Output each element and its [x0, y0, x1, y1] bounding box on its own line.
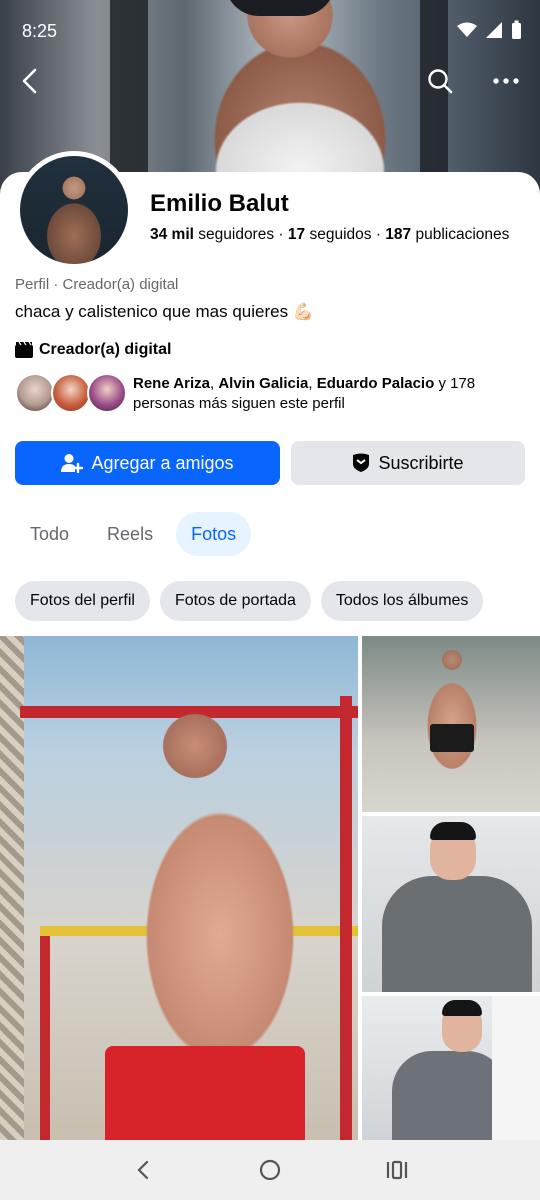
more-options-button[interactable] [488, 63, 524, 99]
stats-separator: · [375, 226, 381, 243]
clapperboard-icon [15, 342, 33, 358]
chip-profile-photos[interactable]: Fotos del perfil [15, 581, 150, 621]
nav-recents-button[interactable] [373, 1146, 421, 1194]
chip-all-albums[interactable]: Todos los álbumes [320, 581, 484, 621]
back-button[interactable] [12, 63, 48, 99]
following-label[interactable]: seguidos [309, 226, 371, 243]
posts-label: publicaciones [415, 226, 510, 243]
photo-thumbnail[interactable] [362, 816, 540, 992]
creator-label: Creador(a) digital [39, 341, 172, 358]
profile-stats: 34 mil seguidores · 17 seguidos · 187 pu… [150, 226, 509, 244]
recents-icon [386, 1160, 407, 1180]
mutual-avatar [15, 373, 55, 413]
search-button[interactable] [422, 63, 458, 99]
photo-thumbnail[interactable] [0, 636, 358, 1140]
subscribe-button[interactable]: Suscribirte [291, 441, 525, 485]
mutual-followers-text: Rene Ariza, Alvin Galicia, Eduardo Palac… [133, 375, 476, 412]
nav-back-button[interactable] [119, 1146, 167, 1194]
nav-home-button[interactable] [246, 1146, 294, 1194]
signal-icon [486, 22, 502, 38]
shield-badge-icon [353, 453, 370, 472]
subscribe-label: Suscribirte [378, 452, 464, 473]
mutual-avatar [51, 373, 91, 413]
profile-tabs: Todo Reels Fotos [15, 512, 252, 556]
profile-avatar[interactable] [15, 151, 133, 269]
chip-cover-photos[interactable]: Fotos de portada [159, 581, 311, 621]
stats-separator: · [278, 226, 284, 243]
status-icons [457, 20, 522, 40]
photo-thumbnail[interactable] [362, 996, 540, 1140]
tab-reels[interactable]: Reels [92, 512, 168, 556]
add-friend-label: Agregar a amigos [91, 452, 234, 473]
person-add-icon [61, 454, 84, 473]
mutual-suffix: personas más siguen este perfil [133, 395, 345, 412]
status-bar: 8:25 [0, 0, 540, 60]
profile-category: Perfil · Creador(a) digital [15, 276, 179, 293]
posts-count: 187 [385, 226, 412, 243]
profile-name: Emilio Balut [150, 190, 289, 217]
add-friend-button[interactable]: Agregar a amigos [15, 441, 280, 485]
mutual-followers[interactable]: Rene Ariza, Alvin Galicia, Eduardo Palac… [15, 371, 525, 415]
creator-badge: Creador(a) digital [15, 341, 171, 359]
tab-todo[interactable]: Todo [15, 512, 84, 556]
arrow-left-icon [22, 68, 37, 94]
mutual-name: Rene Ariza [133, 375, 210, 392]
photo-filter-chips: Fotos del perfil Fotos de portada Todos … [15, 581, 484, 621]
more-dots-icon [493, 78, 519, 84]
mutual-avatar [87, 373, 127, 413]
chevron-left-icon [137, 1160, 149, 1180]
status-time: 8:25 [22, 21, 58, 41]
followers-count[interactable]: 34 mil [150, 226, 194, 243]
mutual-name: Eduardo Palacio [316, 375, 435, 392]
home-circle-icon [259, 1159, 281, 1181]
photo-thumbnail[interactable] [362, 636, 540, 812]
wifi-icon [457, 22, 477, 37]
battery-icon [512, 20, 521, 39]
mutual-name: Alvin Galicia [218, 375, 309, 392]
following-count[interactable]: 17 [288, 226, 305, 243]
search-icon [428, 69, 453, 94]
mutual-count: y 178 [438, 375, 476, 392]
tab-fotos[interactable]: Fotos [176, 512, 252, 556]
system-nav-bar [0, 1140, 540, 1200]
profile-bio: chaca y calistenico que mas quieres 💪🏻 [15, 302, 314, 321]
followers-label[interactable]: seguidores [198, 226, 274, 243]
avatar-image [20, 156, 128, 264]
